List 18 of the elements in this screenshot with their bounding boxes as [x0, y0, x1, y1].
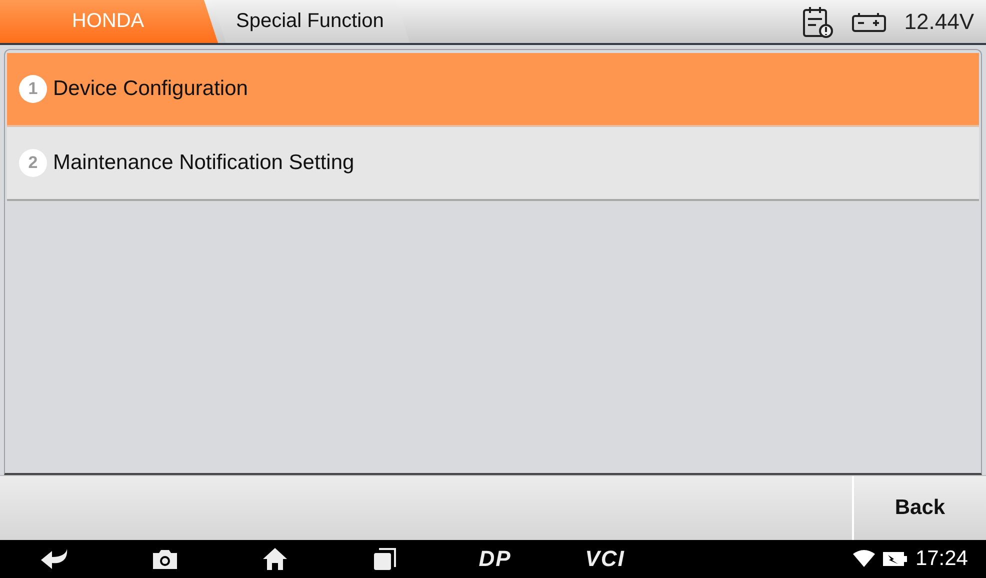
item-number: 2 [19, 149, 47, 177]
nav-label[interactable]: DP [474, 546, 516, 572]
wifi-icon [853, 550, 876, 568]
back-icon[interactable] [41, 548, 69, 570]
voltage-reading: 12.44V [904, 8, 974, 34]
recent-apps-icon[interactable] [373, 547, 397, 571]
calendar-alert-icon [802, 4, 834, 38]
item-label: Maintenance Notification Setting [53, 151, 354, 175]
home-icon[interactable] [262, 547, 288, 571]
clock-time: 17:24 [915, 547, 968, 571]
nav-label[interactable]: VCI [581, 546, 629, 572]
item-number: 1 [19, 75, 47, 103]
menu-item[interactable]: 2 Maintenance Notification Setting [7, 127, 979, 201]
menu-item[interactable]: 1 Device Configuration [7, 53, 979, 127]
camera-icon[interactable] [152, 548, 178, 570]
battery-icon [852, 10, 886, 32]
battery-charging-icon [883, 551, 908, 567]
item-label: Device Configuration [53, 77, 248, 101]
